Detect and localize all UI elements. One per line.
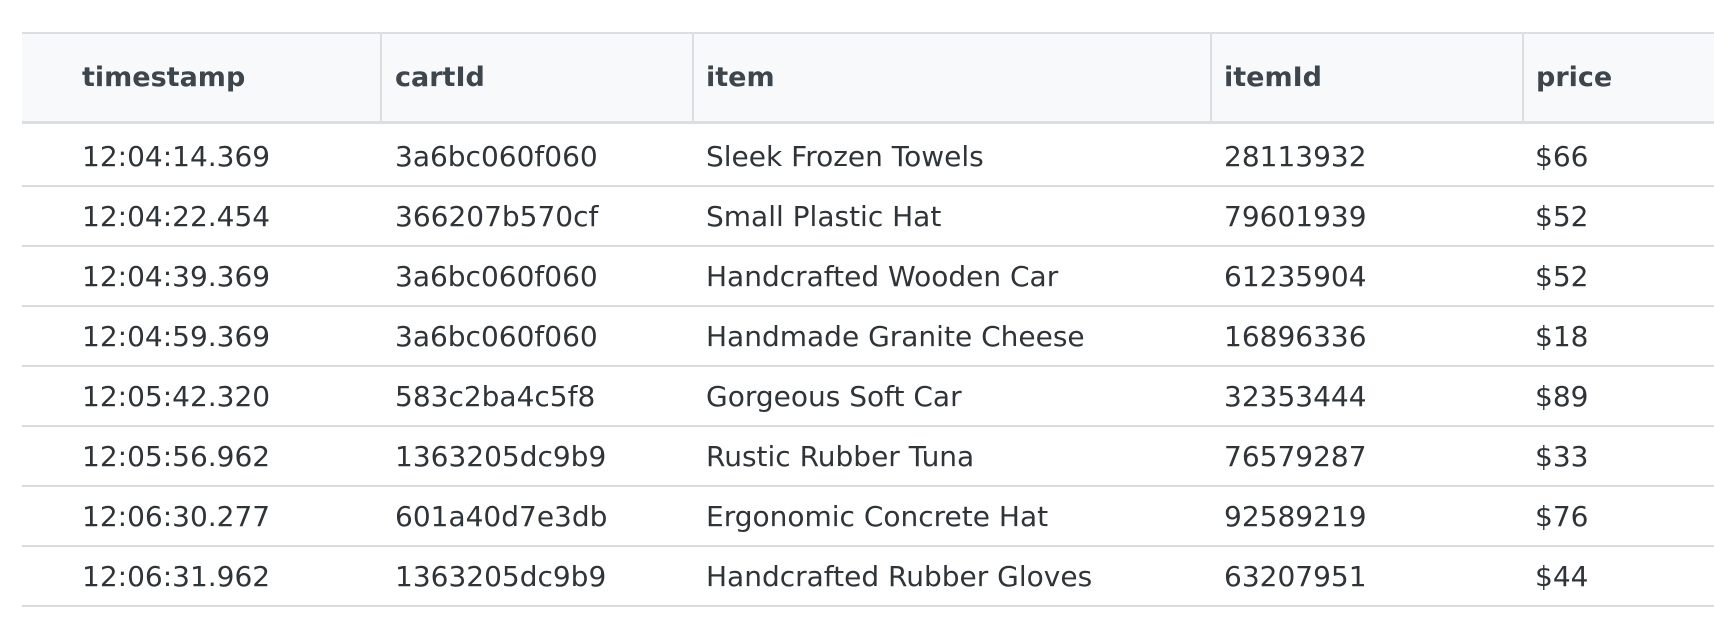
table-row[interactable]: 12:04:39.369 3a6bc060f060 Handcrafted Wood… [22, 247, 1714, 307]
column-header-itemid[interactable]: itemId [1210, 34, 1522, 121]
table-row[interactable]: 12:05:56.962 1363205dc9b9 Rustic Rubber Tu… [22, 427, 1714, 487]
cell-timestamp: 12:06:30.277 [82, 499, 271, 533]
cell-item: Handcrafted Rubber Gloves [706, 559, 1093, 593]
cell-itemid: 32353444 [1224, 379, 1367, 413]
cell-price: $66 [1535, 139, 1589, 173]
cell-timestamp: 12:05:42.320 [82, 379, 271, 413]
column-header-price[interactable]: price [1522, 34, 1714, 121]
cell-timestamp: 12:04:22.454 [82, 199, 271, 233]
table-row[interactable]: 12:06:30.277 601a40d7e3db Ergonomic Concre… [22, 487, 1714, 547]
cell-timestamp: 12:04:59.369 [82, 319, 271, 353]
cell-item: Gorgeous Soft Car [706, 379, 962, 413]
cell-item: Rustic Rubber Tuna [706, 439, 975, 473]
column-header-item[interactable]: item [692, 34, 1210, 121]
cell-timestamp: 12:04:14.369 [82, 139, 271, 173]
cell-timestamp: 12:06:31.962 [82, 559, 271, 593]
table-body: 12:04:14.369 3a6bc060f060 Sleek Frozen Tow… [22, 127, 1714, 607]
cell-cartid: 1363205dc9b9 [395, 439, 607, 473]
cell-itemid: 63207951 [1224, 559, 1367, 593]
cell-item: Sleek Frozen Towels [706, 139, 984, 173]
table-row[interactable]: 12:04:14.369 3a6bc060f060 Sleek Frozen Tow… [22, 127, 1714, 187]
cell-price: $18 [1535, 319, 1589, 353]
cell-itemid: 76579287 [1224, 439, 1367, 473]
column-header-cartid[interactable]: cartId [380, 34, 692, 121]
cell-cartid: 601a40d7e3db [395, 499, 608, 533]
cell-timestamp: 12:04:39.369 [82, 259, 271, 293]
column-header-timestamp[interactable]: timestamp [22, 34, 380, 121]
cell-itemid: 16896336 [1224, 319, 1367, 353]
table-row[interactable]: 12:06:31.962 1363205dc9b9 Handcrafted Rubb… [22, 547, 1714, 607]
cell-itemid: 61235904 [1224, 259, 1367, 293]
cell-timestamp: 12:05:56.962 [82, 439, 271, 473]
cell-price: $33 [1535, 439, 1589, 473]
cell-price: $52 [1535, 199, 1589, 233]
cell-item: Handcrafted Wooden Car [706, 259, 1059, 293]
cell-cartid: 366207b570cf [395, 199, 599, 233]
cell-cartid: 3a6bc060f060 [395, 139, 598, 173]
cell-itemid: 79601939 [1224, 199, 1367, 233]
cell-cartid: 3a6bc060f060 [395, 259, 598, 293]
cell-cartid: 1363205dc9b9 [395, 559, 607, 593]
data-table: timestamp cartId item itemId price 12:04… [22, 32, 1714, 607]
cell-cartid: 3a6bc060f060 [395, 319, 598, 353]
cell-item: Ergonomic Concrete Hat [706, 499, 1049, 533]
cell-price: $52 [1535, 259, 1589, 293]
cell-price: $89 [1535, 379, 1589, 413]
cell-price: $44 [1535, 559, 1589, 593]
table-row[interactable]: 12:04:59.369 3a6bc060f060 Handmade Granite… [22, 307, 1714, 367]
cell-itemid: 28113932 [1224, 139, 1367, 173]
cell-itemid: 92589219 [1224, 499, 1367, 533]
table-row[interactable]: 12:04:22.454 366207b570cf Small Plastic Ha… [22, 187, 1714, 247]
table-header: timestamp cartId item itemId price [22, 32, 1714, 124]
cell-cartid: 583c2ba4c5f8 [395, 379, 596, 413]
cell-price: $76 [1535, 499, 1589, 533]
cell-item: Small Plastic Hat [706, 199, 942, 233]
cell-item: Handmade Granite Cheese [706, 319, 1085, 353]
table-row[interactable]: 12:05:42.320 583c2ba4c5f8 Gorgeous Soft Ca… [22, 367, 1714, 427]
